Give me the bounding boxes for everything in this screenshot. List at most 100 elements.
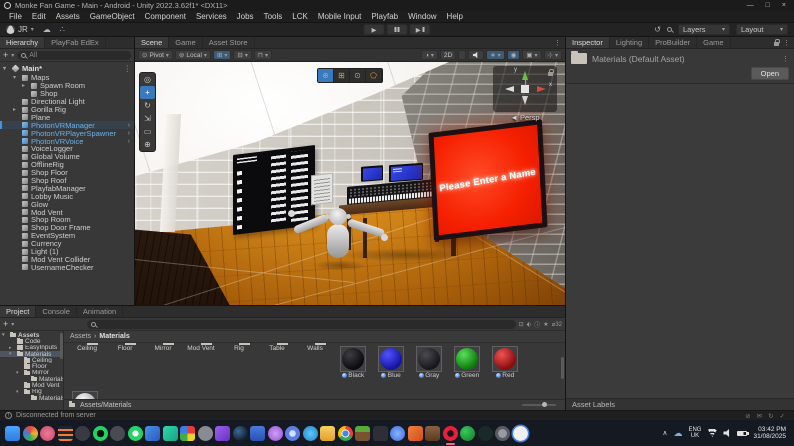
- taskbar-app-icon[interactable]: [145, 425, 160, 441]
- taskbar-app-icon[interactable]: [407, 425, 423, 441]
- menu-item[interactable]: Edit: [27, 12, 51, 21]
- project-tab[interactable]: Animation: [77, 306, 124, 317]
- foldout-arrow-icon[interactable]: ▾: [13, 74, 20, 81]
- asset-folder-tile[interactable]: Mirror: [144, 345, 182, 379]
- tool-button[interactable]: ↻: [140, 99, 155, 112]
- hierarchy-item[interactable]: Lobby Music: [0, 192, 134, 201]
- lock-icon[interactable]: [548, 69, 554, 76]
- breadcrumb-current[interactable]: Materials: [99, 333, 129, 340]
- scene-visibility-button[interactable]: ◉: [506, 50, 521, 60]
- minimize-button[interactable]: —: [747, 2, 754, 9]
- taskbar-app-icon[interactable]: [180, 425, 195, 441]
- gizmo-neg-x-axis[interactable]: [505, 86, 514, 92]
- close-button[interactable]: ×: [782, 2, 786, 9]
- tool-button[interactable]: ◎: [140, 73, 155, 86]
- probuilder-mode-button[interactable]: ⊕: [318, 69, 334, 82]
- kebab-menu-icon[interactable]: ⋮: [782, 55, 789, 63]
- taskbar-app-icon[interactable]: [22, 425, 38, 441]
- chevron-down-icon[interactable]: ▾: [11, 52, 14, 59]
- material-asset-tile[interactable]: Red: [486, 345, 524, 379]
- perspective-label[interactable]: ◄ Persp: [493, 113, 557, 122]
- layout-dropdown[interactable]: Layout ▾: [736, 24, 788, 35]
- inspector-tab[interactable]: Game: [697, 37, 731, 48]
- material-asset-tile[interactable]: Black: [334, 345, 372, 379]
- taskbar-app-icon[interactable]: [267, 425, 283, 441]
- asset-folder-tile[interactable]: Table: [258, 345, 296, 379]
- taskbar-app-icon[interactable]: [197, 425, 213, 441]
- grid-snap-button[interactable]: ⊞ ▾: [212, 50, 232, 60]
- probuilder-mode-button[interactable]: ⊞: [334, 69, 350, 82]
- foldout-arrow-icon[interactable]: ▾: [3, 65, 6, 72]
- search-by-label-icon[interactable]: ⬖: [527, 321, 532, 328]
- taskbar-app-icon[interactable]: [320, 425, 335, 441]
- audio-toggle-button[interactable]: [468, 50, 485, 60]
- create-button[interactable]: +: [3, 51, 8, 60]
- scene-view-tab[interactable]: Asset Store: [203, 37, 255, 48]
- foldout-arrow-icon[interactable]: ▸: [13, 106, 20, 113]
- scene-view-tab[interactable]: Game: [169, 37, 203, 48]
- taskbar-app-icon[interactable]: [477, 425, 493, 441]
- chevron-down-icon[interactable]: ▾: [11, 321, 14, 328]
- inspector-tab[interactable]: ProBuilder: [649, 37, 698, 48]
- camera-settings-dropdown[interactable]: ▣ ▾: [522, 50, 542, 60]
- menu-item[interactable]: Tools: [259, 12, 288, 21]
- thumbnail-size-slider[interactable]: [522, 402, 556, 407]
- asset-folder-tile[interactable]: Mod Vent: [182, 345, 220, 379]
- inspector-tab[interactable]: Inspector: [566, 37, 610, 48]
- hierarchy-tab[interactable]: Hierarchy: [0, 37, 46, 48]
- foldout-arrow-icon[interactable]: ▾: [16, 389, 19, 395]
- taskbar-app-icon[interactable]: [232, 425, 248, 441]
- material-asset-tile[interactable]: Green: [448, 345, 486, 379]
- taskbar-app-icon[interactable]: [425, 425, 440, 441]
- account-dropdown[interactable]: JR ▾: [6, 25, 34, 34]
- create-button[interactable]: +: [3, 320, 8, 329]
- prefab-chevron-icon[interactable]: ›: [128, 138, 134, 145]
- taskbar-app-icon[interactable]: [162, 425, 178, 441]
- foldout-arrow-icon[interactable]: ▾: [2, 332, 5, 338]
- kebab-menu-icon[interactable]: ⋮: [554, 39, 561, 47]
- version-control-icon[interactable]: ∴: [60, 25, 65, 34]
- taskbar-app-icon[interactable]: [110, 425, 125, 441]
- menu-item[interactable]: File: [4, 12, 27, 21]
- taskbar-app-icon[interactable]: [495, 425, 510, 441]
- wifi-icon[interactable]: [707, 429, 718, 437]
- hierarchy-item[interactable]: Shop Floor: [0, 168, 134, 177]
- menu-item[interactable]: Assets: [51, 12, 85, 21]
- tree-scrollbar[interactable]: [60, 333, 63, 359]
- probuilder-mode-button[interactable]: ⊙: [350, 69, 366, 82]
- prefab-chevron-icon[interactable]: ›: [128, 130, 134, 137]
- tray-expand-icon[interactable]: ∧: [662, 429, 667, 437]
- menu-item[interactable]: Services: [191, 12, 232, 21]
- scene-view-tab[interactable]: Scene: [135, 37, 170, 48]
- taskbar-app-icon[interactable]: [372, 425, 388, 441]
- orientation-gizmo[interactable]: y x: [493, 66, 557, 112]
- foldout-arrow-icon[interactable]: ▾: [9, 351, 12, 357]
- project-tab[interactable]: Console: [36, 306, 77, 317]
- kebab-menu-icon[interactable]: ⋮: [783, 39, 790, 47]
- foldout-arrow-icon[interactable]: ▸: [22, 82, 29, 89]
- foldout-arrow-icon[interactable]: ▾: [16, 370, 19, 376]
- tool-button[interactable]: +: [140, 86, 155, 99]
- taskbar-app-icon[interactable]: [40, 425, 55, 441]
- prefab-chevron-icon[interactable]: ›: [128, 122, 134, 129]
- taskbar-app-icon[interactable]: [442, 425, 458, 445]
- taskbar-app-icon[interactable]: [215, 425, 230, 441]
- taskbar-app-icon[interactable]: [92, 425, 108, 441]
- battery-icon[interactable]: [737, 430, 749, 436]
- menu-item[interactable]: Jobs: [232, 12, 259, 21]
- scene-root-row[interactable]: ▾ Main* ⋮: [0, 64, 134, 73]
- material-asset-tile[interactable]: [72, 391, 98, 399]
- hierarchy-item[interactable]: EventSystem: [0, 231, 134, 240]
- material-asset-tile[interactable]: Gray: [410, 345, 448, 379]
- kebab-menu-icon[interactable]: ⋮: [124, 64, 135, 73]
- pivot-mode-dropdown[interactable]: ⊙ Pivot ▾: [138, 50, 173, 60]
- asset-folder-tile[interactable]: Floor: [106, 345, 144, 379]
- handle-rotation-dropdown[interactable]: ⊚ Local ▾: [174, 50, 211, 60]
- project-search-input[interactable]: [87, 319, 516, 329]
- step-button[interactable]: ▶: [409, 24, 431, 35]
- taskbar-app-icon[interactable]: [5, 425, 20, 441]
- menu-item[interactable]: Component: [140, 12, 191, 21]
- language-indicator[interactable]: ENG UK: [688, 427, 701, 440]
- favorites-star-icon[interactable]: ★: [543, 321, 548, 328]
- info-icon[interactable]: ⓘ: [534, 320, 540, 329]
